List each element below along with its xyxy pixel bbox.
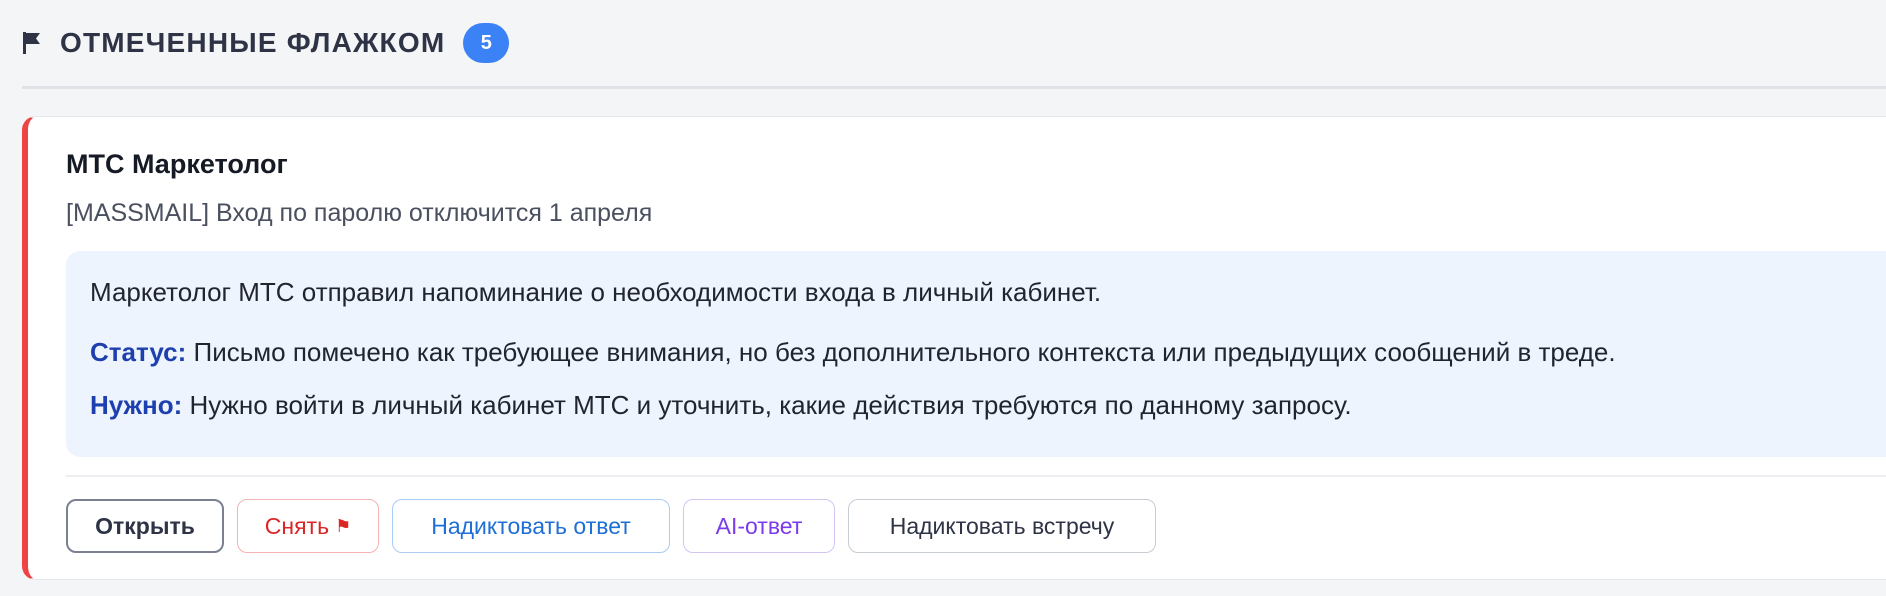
unflag-label: Снять	[264, 512, 330, 539]
need-label: Нужно:	[90, 390, 183, 420]
flagged-section-header: ОТМЕЧЕННЫЕ ФЛАЖКОМ 5	[22, 22, 510, 64]
status-text: Письмо помечено как требующее внимания, …	[186, 337, 1616, 367]
section-title: ОТМЕЧЕННЫЕ ФЛАЖКОМ	[60, 27, 446, 58]
count-badge: 5	[463, 23, 510, 63]
flagged-email-card: МТС Маркетолог [MASSMAIL] Вход по паролю…	[22, 116, 1886, 580]
ai-summary-box: Маркетолог МТС отправил напоминание о не…	[66, 251, 1886, 457]
dictate-meeting-button[interactable]: Надиктовать встречу	[848, 499, 1156, 553]
dictate-reply-button[interactable]: Надиктовать ответ	[392, 499, 670, 553]
status-line: Статус: Письмо помечено как требующее вн…	[90, 337, 1616, 368]
card-divider	[66, 475, 1886, 477]
red-flag-icon: ⚑	[335, 515, 352, 536]
header-divider	[22, 86, 1886, 89]
open-button[interactable]: Открыть	[66, 499, 224, 553]
ai-reply-button[interactable]: AI-ответ	[683, 499, 835, 553]
card-actions: Открыть Снять ⚑ Надиктовать ответ AI-отве…	[66, 499, 1156, 553]
status-label: Статус:	[90, 337, 187, 367]
summary-text: Маркетолог МТС отправил напоминание о не…	[90, 277, 1102, 307]
unflag-button[interactable]: Снять ⚑	[237, 499, 379, 553]
flag-icon	[22, 30, 42, 56]
need-line: Нужно: Нужно войти в личный кабинет МТС …	[90, 390, 1352, 421]
email-sender: МТС Маркетолог	[66, 149, 288, 179]
need-text: Нужно войти в личный кабинет МТС и уточн…	[182, 390, 1352, 420]
email-subject: [MASSMAIL] Вход по паролю отключится 1 а…	[66, 199, 653, 227]
